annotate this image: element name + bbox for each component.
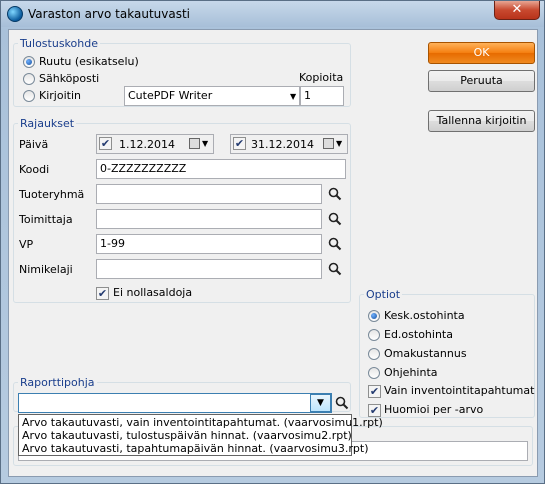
chevron-down-icon: ▼ [290, 92, 297, 101]
radio-email[interactable] [23, 73, 35, 85]
radio-guide-price[interactable] [368, 367, 380, 379]
radio-last-price[interactable] [368, 329, 380, 341]
radio-printer[interactable] [23, 90, 35, 102]
copies-label: Kopioita [299, 71, 344, 84]
vp-input[interactable]: 1-99 [96, 234, 322, 254]
options-legend: Optiot [364, 288, 403, 301]
item-type-input[interactable] [96, 259, 322, 279]
list-item[interactable]: Arvo takautuvasti, tulostuspäivän hinnat… [22, 429, 352, 442]
dialog-window: Varaston arvo takautuvasti ✕ Tulostuskoh… [0, 0, 545, 484]
product-group-input[interactable] [96, 184, 322, 204]
calendar-icon [189, 138, 200, 149]
date-from-input[interactable]: 1.12.2014 ▼ [96, 134, 214, 154]
date-to-value: 31.12.2014 [251, 138, 314, 151]
search-icon[interactable] [334, 395, 350, 411]
radio-email-label: Sähköposti [39, 72, 100, 85]
printer-select[interactable]: CutePDF Writer [124, 86, 300, 106]
date-label: Päivä [19, 138, 49, 151]
radio-last-price-label: Ed.ostohinta [384, 328, 453, 341]
report-group: Raporttipohja ▼ [13, 376, 351, 413]
chevron-down-icon: ▼ [336, 139, 343, 148]
radio-screen[interactable] [23, 56, 35, 68]
non-zero-check[interactable]: ✔ [96, 287, 109, 300]
chevron-down-icon: ▼ [317, 398, 324, 408]
code-input[interactable]: 0-ZZZZZZZZZZ [96, 159, 346, 179]
search-icon[interactable] [327, 211, 343, 227]
non-zero-label: Ei nollasaldoja [113, 286, 193, 299]
report-dropdown-list: Arvo takautuvasti, vain inventointitapah… [18, 414, 383, 456]
cancel-button[interactable]: Peruuta [428, 70, 535, 92]
filters-legend: Rajaukset [18, 117, 77, 130]
code-label: Koodi [19, 163, 50, 176]
output-group: Tulostuskohde Ruutu (esikatselu) Sähköpo… [13, 37, 351, 107]
close-button[interactable]: ✕ [494, 1, 540, 20]
radio-printer-label: Kirjoitin [39, 89, 81, 102]
report-dropdown-button[interactable]: ▼ [310, 394, 331, 412]
ok-button[interactable]: OK [428, 42, 535, 64]
filters-group: Rajaukset Päivä ✔ 1.12.2014 ▼ ✔ 31.12.20… [13, 117, 351, 303]
radio-guide-price-label: Ohjehinta [384, 366, 438, 379]
inventory-only-label: Vain inventointitapahtumat [384, 384, 535, 397]
list-item[interactable]: Arvo takautuvasti, vain inventointitapah… [22, 416, 383, 429]
output-legend: Tulostuskohde [18, 37, 100, 50]
list-item[interactable]: Arvo takautuvasti, tapahtumapäivän hinna… [22, 442, 368, 455]
search-icon[interactable] [327, 261, 343, 277]
printer-value: CutePDF Writer [128, 89, 213, 102]
window-title: Varaston arvo takautuvasti [28, 7, 190, 21]
item-type-label: Nimikelaji [19, 263, 73, 276]
radio-screen-label: Ruutu (esikatselu) [39, 55, 139, 68]
radio-own-cost[interactable] [368, 348, 380, 360]
radio-avg-price-label: Kesk.ostohinta [384, 309, 465, 322]
options-group: Optiot Kesk.ostohinta Ed.ostohinta Omaku… [359, 288, 535, 418]
search-icon[interactable] [327, 186, 343, 202]
vp-label: VP [19, 238, 34, 251]
supplier-input[interactable] [96, 209, 322, 229]
chevron-down-icon: ▼ [202, 139, 209, 148]
search-icon[interactable] [327, 236, 343, 252]
supplier-label: Toimittaja [19, 213, 73, 226]
radio-own-cost-label: Omakustannus [384, 347, 467, 360]
report-legend: Raporttipohja [18, 376, 97, 389]
dialog-client: Tulostuskohde Ruutu (esikatselu) Sähköpo… [8, 29, 538, 477]
copies-input[interactable]: 1 [300, 86, 344, 106]
inventory-only-check[interactable]: ✔ [368, 385, 381, 398]
radio-avg-price[interactable] [368, 310, 380, 322]
date-to-input[interactable]: 31.12.2014 ▼ [230, 134, 348, 154]
date-from-value: 1.12.2014 [119, 138, 175, 151]
report-select[interactable] [18, 393, 332, 413]
save-printer-button[interactable]: Tallenna kirjoitin [428, 110, 535, 132]
app-icon [7, 6, 23, 22]
product-group-label: Tuoteryhmä [19, 188, 85, 201]
per-value-label: Huomioi per -arvo [384, 403, 484, 416]
title-bar[interactable]: Varaston arvo takautuvasti ✕ [1, 1, 544, 27]
calendar-icon [323, 138, 334, 149]
